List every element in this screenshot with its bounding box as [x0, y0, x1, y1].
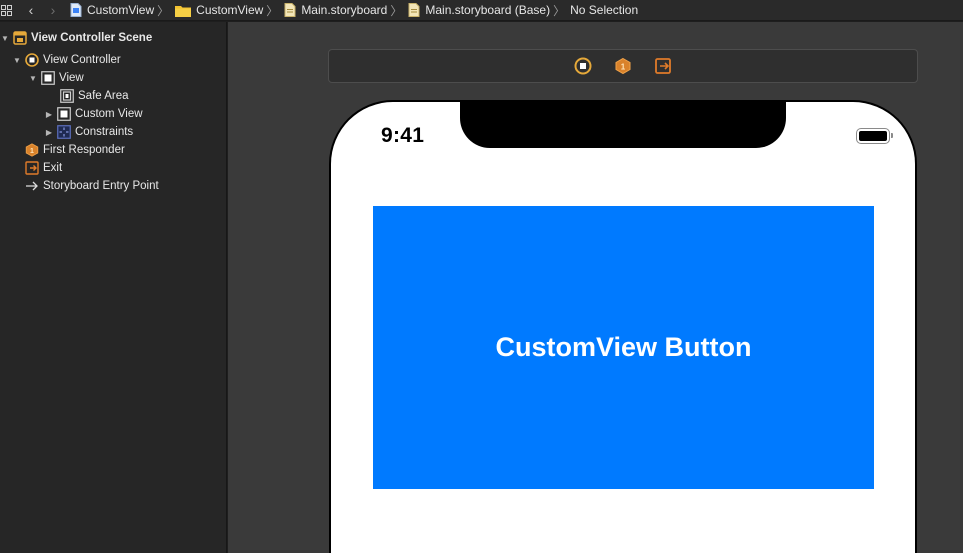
first-responder-icon: 1 [25, 143, 39, 157]
outline-item-label: Safe Area [78, 90, 129, 102]
folder-icon [175, 4, 192, 17]
breadcrumb-separator-icon: 〉 [157, 3, 170, 18]
outline-item-label: First Responder [43, 144, 125, 156]
disclosure-collapsed-icon[interactable]: ▶ [44, 127, 54, 137]
outline-item-label: Exit [43, 162, 63, 174]
disclosure-expanded-icon[interactable]: ▼ [28, 73, 38, 83]
outline-item-label: View Controller Scene [31, 32, 153, 44]
outline-item-scene[interactable]: ▼ View Controller Scene [0, 29, 152, 47]
device-notch [460, 102, 786, 148]
back-arrow-icon[interactable]: ‹ [20, 0, 42, 21]
view-icon [41, 71, 55, 85]
breadcrumb-label: CustomView [196, 3, 264, 17]
scene-icon [13, 31, 27, 45]
exit-icon[interactable] [654, 57, 672, 75]
breadcrumb-separator-icon: 〉 [266, 3, 279, 18]
entry-arrow-icon [25, 179, 39, 193]
outline-item-entry-point[interactable]: Storyboard Entry Point [12, 177, 159, 195]
custom-view-button[interactable]: CustomView Button [373, 206, 874, 489]
storyboard-file-icon [284, 3, 296, 17]
breadcrumb-label: No Selection [570, 3, 639, 17]
forward-arrow-icon[interactable]: › [42, 0, 64, 21]
battery-icon [856, 128, 893, 144]
breadcrumb-folder[interactable]: CustomView 〉 [169, 2, 278, 19]
storyboard-canvas[interactable]: 1 9:41 CustomView Button [228, 22, 963, 553]
custom-view-button-label: CustomView Button [495, 332, 752, 362]
svg-text:1: 1 [30, 148, 34, 155]
svg-text:1: 1 [621, 63, 626, 72]
outline-item-constraints[interactable]: ▶ Constraints [44, 123, 133, 141]
breadcrumb-separator-icon: 〉 [390, 3, 403, 18]
breadcrumb-project[interactable]: CustomView 〉 [64, 2, 169, 19]
breadcrumb-separator-icon: 〉 [553, 3, 566, 18]
status-bar-time: 9:41 [381, 124, 425, 147]
view-controller-icon [25, 53, 39, 67]
breadcrumb-label: Main.storyboard (Base) [425, 3, 551, 17]
disclosure-expanded-icon[interactable]: ▼ [0, 33, 10, 43]
first-responder-icon[interactable]: 1 [614, 57, 632, 75]
outline-item-label: View [59, 72, 84, 84]
document-outline: ▼ View Controller Scene ▼ View Controlle… [0, 22, 227, 553]
breadcrumb-storyboard[interactable]: Main.storyboard 〉 [278, 2, 402, 19]
outline-item-safe-area[interactable]: Safe Area [47, 87, 129, 105]
view-icon [57, 107, 71, 121]
breadcrumb-selection[interactable]: No Selection [570, 3, 638, 17]
iphone-frame[interactable]: 9:41 CustomView Button [329, 100, 917, 553]
breadcrumb-label: Main.storyboard [301, 3, 388, 17]
outline-item-first-responder[interactable]: 1 First Responder [12, 141, 125, 159]
safe-area-icon [60, 89, 74, 103]
outline-item-label: Storyboard Entry Point [43, 180, 159, 192]
related-items-grid-icon[interactable] [0, 4, 12, 16]
breadcrumb-storyboard-base[interactable]: Main.storyboard (Base) 〉 [402, 2, 565, 19]
breadcrumb-label: CustomView [87, 3, 155, 17]
outline-item-exit[interactable]: Exit [12, 159, 62, 177]
outline-item-label: Custom View [75, 108, 143, 120]
xcode-project-icon [70, 3, 82, 17]
outline-item-view-controller[interactable]: ▼ View Controller [12, 51, 121, 69]
jump-bar: ‹ › CustomView 〉 CustomView 〉 Main.story… [0, 0, 963, 21]
disclosure-collapsed-icon[interactable]: ▶ [44, 109, 54, 119]
disclosure-expanded-icon[interactable]: ▼ [12, 55, 22, 65]
storyboard-file-icon [408, 3, 420, 17]
outline-item-custom-view[interactable]: ▶ Custom View [44, 105, 143, 123]
view-controller-icon[interactable] [574, 57, 592, 75]
outline-item-view[interactable]: ▼ View [28, 69, 84, 87]
outline-item-label: Constraints [75, 126, 134, 138]
scene-dock: 1 [328, 49, 918, 83]
exit-icon [25, 161, 39, 175]
constraints-icon [57, 125, 71, 139]
outline-item-label: View Controller [43, 54, 121, 66]
